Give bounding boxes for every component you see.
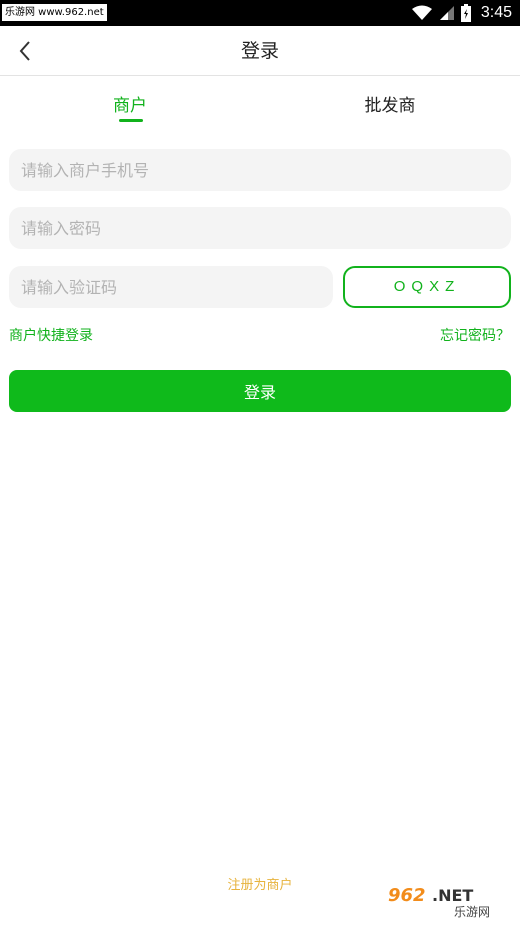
watermark-label: 乐游网 www.962.net [2,4,107,21]
battery-icon [460,4,471,22]
tab-merchant[interactable]: 商户 [30,76,230,138]
wifi-icon [411,5,432,20]
signal-icon [439,6,454,20]
status-time: 3:45 [480,4,512,21]
forgot-password-link[interactable]: 忘记密码？ [440,325,510,345]
nav-bar: 登录 [0,26,520,76]
verification-code-input[interactable] [9,266,333,308]
status-bar: 乐游网 www.962.net 3:45 [0,0,520,26]
login-button[interactable]: 登录 [9,370,511,412]
svg-text:.NET: .NET [432,886,473,905]
password-input[interactable] [9,207,511,249]
svg-text:乐游网: 乐游网 [454,905,490,919]
account-type-tabs: 商户 批发商 [0,76,520,138]
status-icons: 3:45 [411,0,512,26]
svg-text:962: 962 [388,885,426,906]
watermark-logo: 962 .NET 乐游网 [382,881,514,919]
tab-active-indicator [119,119,143,122]
phone-input[interactable] [9,149,511,191]
quick-login-link[interactable]: 商户快捷登录 [9,325,93,345]
page-title: 登录 [240,40,279,62]
captcha-image[interactable]: OQXZ [343,266,511,308]
tab-wholesaler[interactable]: 批发商 [290,76,490,138]
